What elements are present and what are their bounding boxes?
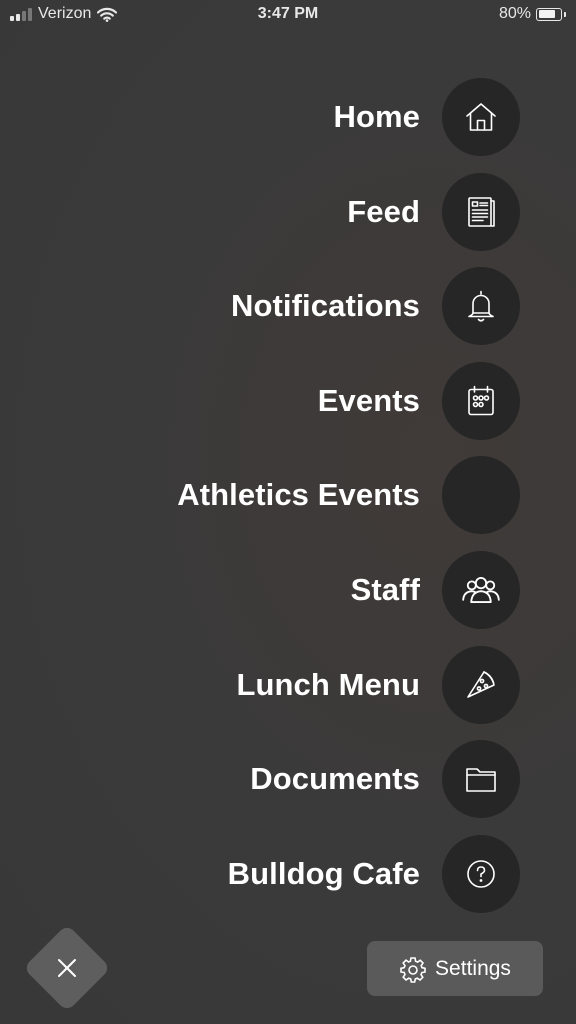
menu-item-staff[interactable]: Staff <box>177 550 520 629</box>
menu-item-label: Feed <box>347 193 420 229</box>
navigation-menu: Home Feed Notifications Events Athletics… <box>177 78 520 929</box>
menu-item-lunch-menu[interactable]: Lunch Menu <box>177 645 520 724</box>
menu-item-label: Documents <box>250 761 420 797</box>
menu-item-label: Lunch Menu <box>236 666 420 702</box>
battery-fill <box>538 10 555 18</box>
settings-label: Settings <box>435 956 511 980</box>
menu-item-label: Bulldog Cafe <box>227 855 420 891</box>
status-time: 3:47 PM <box>257 5 319 22</box>
status-bar: Verizon 3:47 PM 80% <box>0 0 576 30</box>
newspaper-icon[interactable] <box>442 172 520 251</box>
menu-item-label: Home <box>333 99 420 134</box>
menu-item-label: Staff <box>350 571 420 607</box>
calendar-icon[interactable] <box>442 361 520 440</box>
menu-item-feed[interactable]: Feed <box>177 172 520 251</box>
menu-item-label: Athletics Events <box>177 477 420 513</box>
battery-tip <box>564 11 566 17</box>
menu-item-athletics-events[interactable]: Athletics Events <box>177 456 520 535</box>
menu-item-documents[interactable]: Documents <box>177 740 520 819</box>
settings-button[interactable]: Settings <box>367 941 543 996</box>
folder-icon[interactable] <box>442 740 520 819</box>
bell-icon[interactable] <box>442 267 520 346</box>
app-screen: Verizon 3:47 PM 80% Home Feed Notificati… <box>0 0 576 1024</box>
menu-item-events[interactable]: Events <box>177 361 520 440</box>
menu-item-label: Events <box>317 382 420 418</box>
status-right: 80% <box>499 5 566 23</box>
battery-percent: 80% <box>498 5 531 22</box>
athletics-events-icon[interactable] <box>442 456 520 535</box>
gear-icon <box>400 956 426 983</box>
battery-icon <box>536 7 562 21</box>
home-icon[interactable] <box>442 78 520 156</box>
question-icon[interactable] <box>442 834 520 913</box>
menu-item-notifications[interactable]: Notifications <box>177 267 520 346</box>
menu-item-home[interactable]: Home <box>177 78 520 156</box>
menu-item-label: Notifications <box>230 288 420 324</box>
pizza-icon[interactable] <box>442 645 520 724</box>
people-icon[interactable] <box>442 550 520 629</box>
close-icon <box>58 959 76 977</box>
close-button[interactable] <box>23 924 111 1012</box>
menu-item-bulldog-cafe[interactable]: Bulldog Cafe <box>177 834 520 913</box>
